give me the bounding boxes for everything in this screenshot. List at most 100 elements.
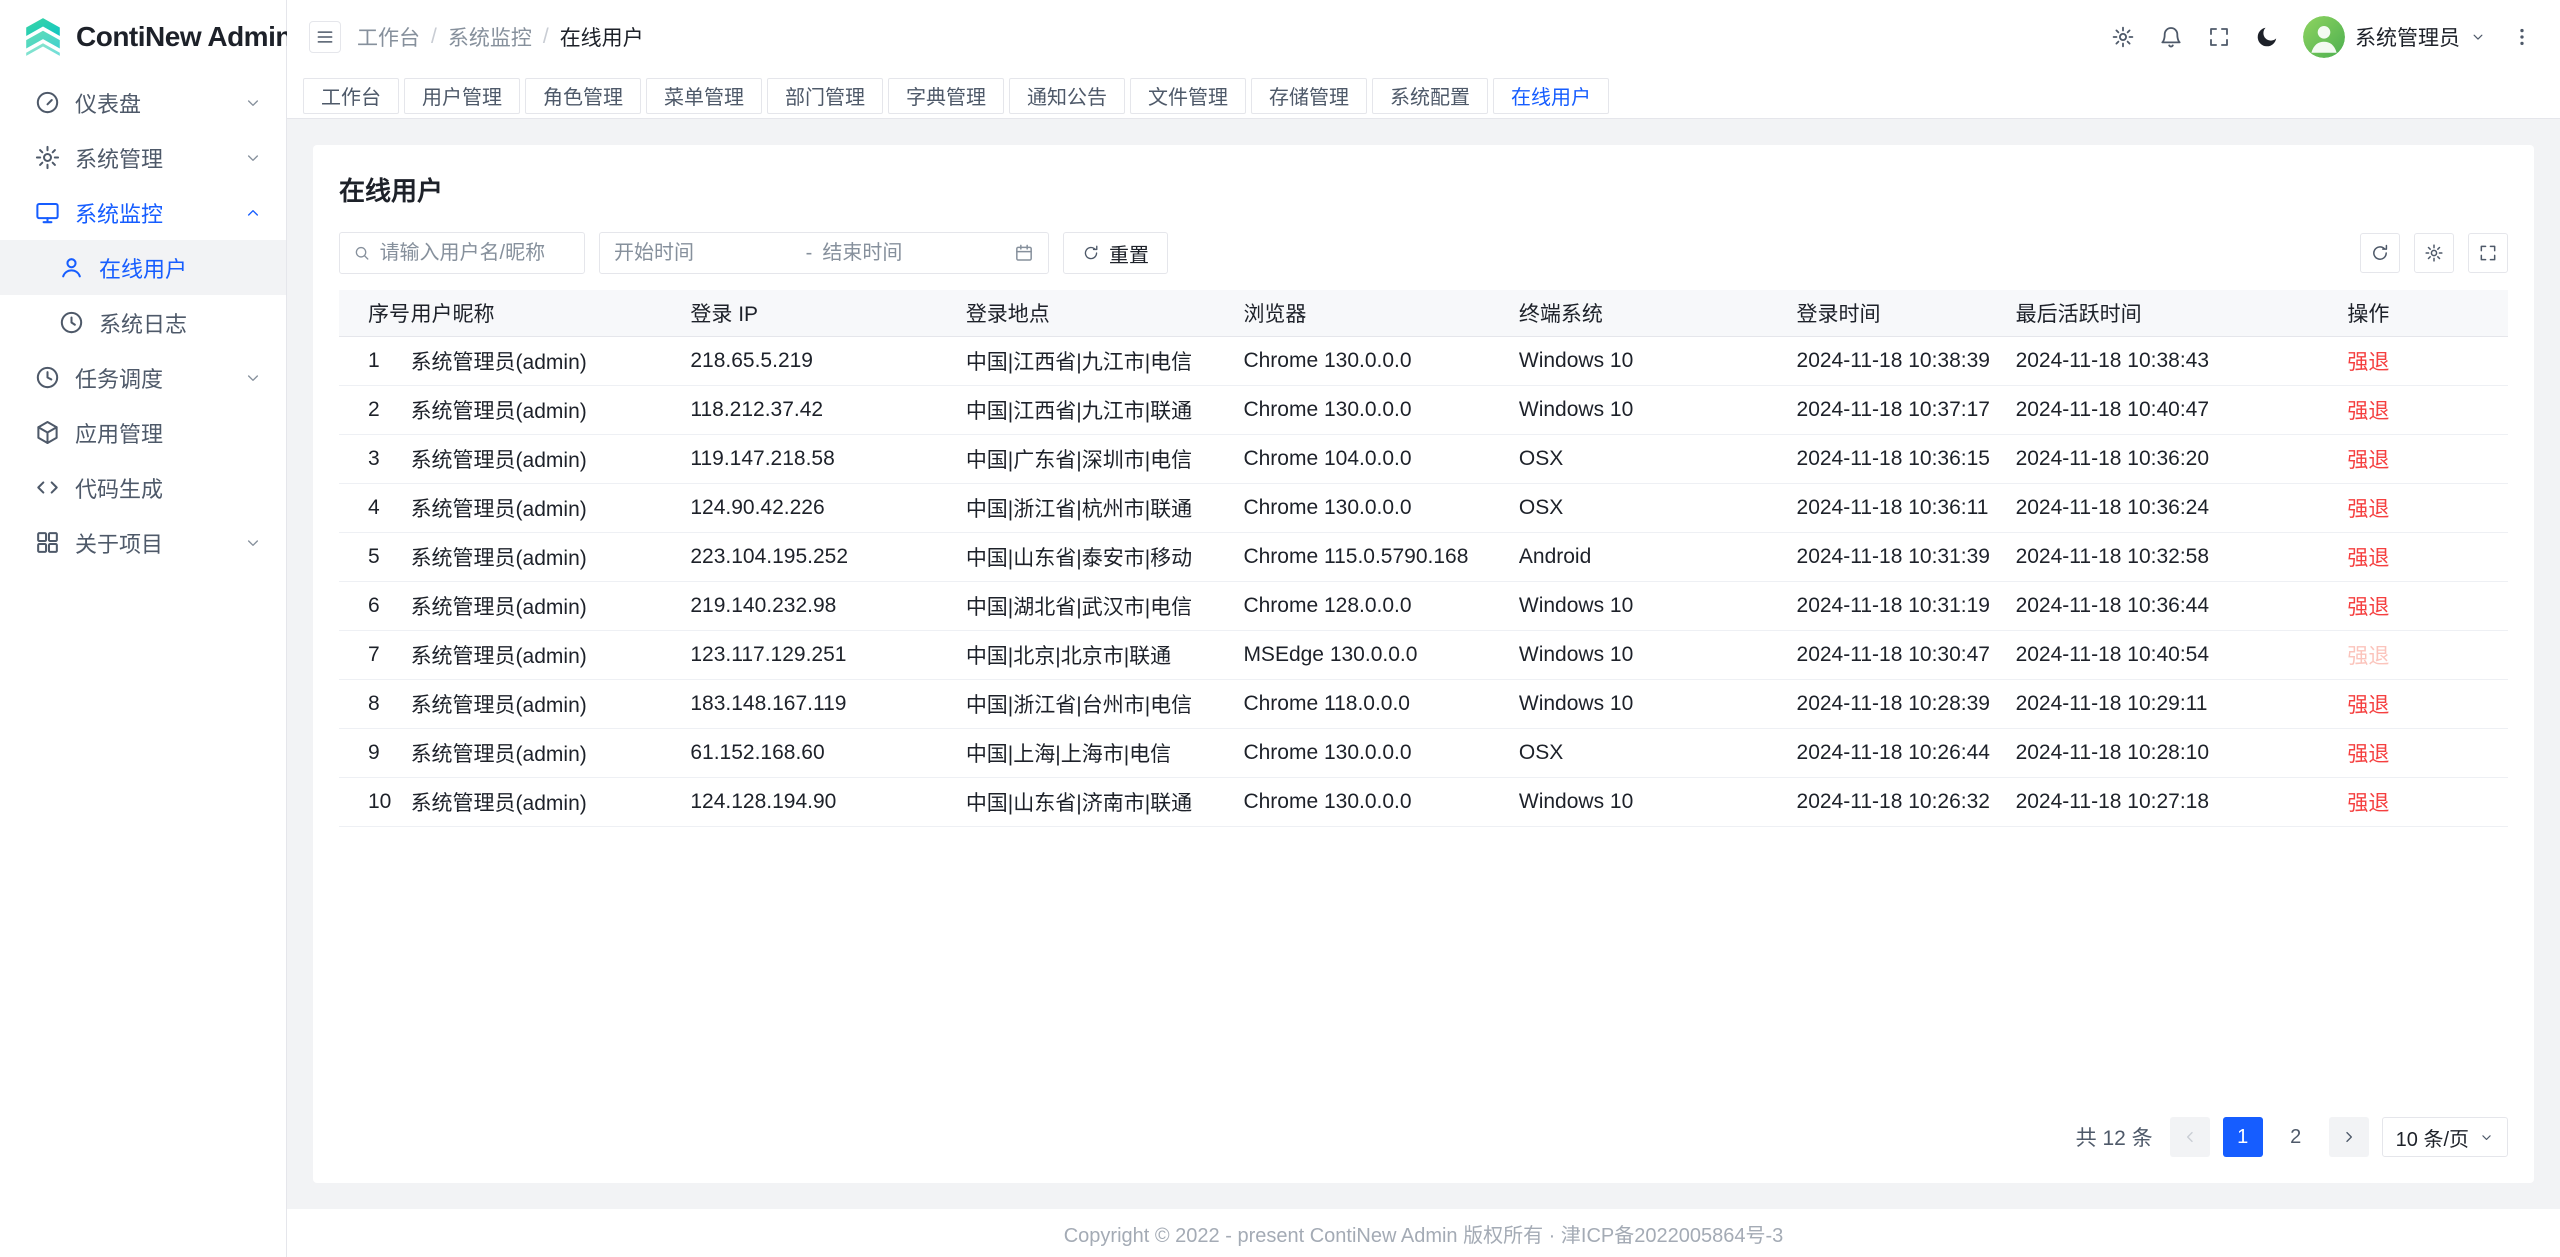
sidebar-item-dashboard[interactable]: 仪表盘 bbox=[0, 75, 286, 130]
search-box bbox=[339, 232, 585, 274]
force-logout-link[interactable]: 强退 bbox=[2347, 498, 2389, 521]
cell-action: 强退 bbox=[2347, 434, 2508, 483]
history-icon bbox=[58, 309, 85, 336]
notifications-button[interactable] bbox=[2155, 21, 2187, 53]
sidebar-item-about-project[interactable]: 关于项目 bbox=[0, 515, 286, 570]
sidebar-item-system-management[interactable]: 系统管理 bbox=[0, 130, 286, 185]
cell-nickname: 系统管理员(admin) bbox=[411, 532, 691, 581]
force-logout-link[interactable]: 强退 bbox=[2347, 645, 2389, 668]
force-logout-link[interactable]: 强退 bbox=[2347, 743, 2389, 766]
avatar bbox=[2303, 16, 2345, 58]
cell-last-active: 2024-11-18 10:40:54 bbox=[2016, 630, 2348, 679]
settings-button[interactable] bbox=[2107, 21, 2139, 53]
cell-os: Windows 10 bbox=[1519, 385, 1797, 434]
force-logout-link[interactable]: 强退 bbox=[2347, 694, 2389, 717]
reset-button[interactable]: 重置 bbox=[1063, 232, 1168, 274]
more-button[interactable] bbox=[2508, 23, 2536, 51]
sidebar-item-label: 系统监控 bbox=[75, 197, 230, 229]
force-logout-link[interactable]: 强退 bbox=[2347, 547, 2389, 570]
sidebar-collapse-button[interactable] bbox=[309, 21, 341, 53]
column-settings-button[interactable] bbox=[2414, 233, 2454, 273]
cell-browser: MSEdge 130.0.0.0 bbox=[1243, 630, 1518, 679]
end-date-input[interactable] bbox=[822, 242, 1004, 265]
tab[interactable]: 用户管理 bbox=[404, 78, 520, 114]
tab[interactable]: 文件管理 bbox=[1130, 78, 1246, 114]
start-date-input[interactable] bbox=[614, 242, 796, 265]
sidebar-item-system-monitor[interactable]: 系统监控 bbox=[0, 185, 286, 240]
cell-login-time: 2024-11-18 10:38:39 bbox=[1797, 336, 2016, 385]
cell-last-active: 2024-11-18 10:36:24 bbox=[2016, 483, 2348, 532]
app-root: ContiNew Admin 仪表盘 系统管理 系统监控 在线用户 系统日志 任… bbox=[0, 0, 2560, 1257]
total-count: 共 12 条 bbox=[2076, 1122, 2153, 1152]
tab[interactable]: 系统配置 bbox=[1372, 78, 1488, 114]
breadcrumb-item[interactable]: 系统监控 bbox=[448, 22, 532, 52]
menu-icon bbox=[315, 27, 335, 47]
tab[interactable]: 通知公告 bbox=[1009, 78, 1125, 114]
sidebar-item-online-users[interactable]: 在线用户 bbox=[0, 240, 286, 295]
page-size-label: 10 条/页 bbox=[2396, 1123, 2469, 1152]
next-page-button[interactable] bbox=[2329, 1117, 2369, 1157]
cell-browser: Chrome 104.0.0.0 bbox=[1243, 434, 1518, 483]
prev-page-button[interactable] bbox=[2170, 1117, 2210, 1157]
cell-login-time: 2024-11-18 10:26:32 bbox=[1797, 777, 2016, 826]
page-size-select[interactable]: 10 条/页 bbox=[2382, 1117, 2508, 1157]
tab[interactable]: 部门管理 bbox=[767, 78, 883, 114]
column-header: 最后活跃时间 bbox=[2016, 290, 2348, 336]
sidebar-item-code-generation[interactable]: 代码生成 bbox=[0, 460, 286, 515]
chevron-down-icon bbox=[244, 149, 262, 167]
force-logout-link[interactable]: 强退 bbox=[2347, 596, 2389, 619]
sidebar-item-label: 在线用户 bbox=[99, 252, 262, 284]
cell-index: 8 bbox=[339, 679, 411, 728]
tab[interactable]: 字典管理 bbox=[888, 78, 1004, 114]
column-header: 登录地点 bbox=[966, 290, 1244, 336]
date-range-picker[interactable]: - bbox=[599, 232, 1049, 274]
fullscreen-button[interactable] bbox=[2203, 21, 2235, 53]
breadcrumb-item[interactable]: 工作台 bbox=[357, 22, 420, 52]
tab-label: 在线用户 bbox=[1511, 81, 1591, 110]
tab-label: 存储管理 bbox=[1269, 81, 1349, 110]
cell-index: 4 bbox=[339, 483, 411, 532]
sidebar-item-system-logs[interactable]: 系统日志 bbox=[0, 295, 286, 350]
cell-index: 6 bbox=[339, 581, 411, 630]
page-button[interactable]: 1 bbox=[2223, 1117, 2263, 1157]
logo[interactable]: ContiNew Admin bbox=[0, 0, 286, 73]
breadcrumb-item[interactable]: 在线用户 bbox=[560, 22, 644, 52]
app-title: ContiNew Admin bbox=[76, 21, 292, 53]
cell-os: Windows 10 bbox=[1519, 630, 1797, 679]
tab[interactable]: 菜单管理 bbox=[646, 78, 762, 114]
dark-mode-toggle[interactable] bbox=[2251, 21, 2283, 53]
cell-nickname: 系统管理员(admin) bbox=[411, 483, 691, 532]
force-logout-link[interactable]: 强退 bbox=[2347, 351, 2389, 374]
force-logout-link[interactable]: 强退 bbox=[2347, 449, 2389, 472]
cell-action: 强退 bbox=[2347, 483, 2508, 532]
tab[interactable]: 在线用户 bbox=[1493, 78, 1609, 114]
cell-os: Windows 10 bbox=[1519, 336, 1797, 385]
cell-login-ip: 124.128.194.90 bbox=[690, 777, 965, 826]
footer: Copyright © 2022 - present ContiNew Admi… bbox=[287, 1209, 2560, 1257]
cell-login-ip: 223.104.195.252 bbox=[690, 532, 965, 581]
sidebar-item-label: 代码生成 bbox=[75, 472, 262, 504]
cell-index: 2 bbox=[339, 385, 411, 434]
tab[interactable]: 角色管理 bbox=[525, 78, 641, 114]
column-header: 操作 bbox=[2347, 290, 2508, 336]
user-menu[interactable]: 系统管理员 bbox=[2303, 16, 2486, 58]
search-input[interactable] bbox=[380, 242, 571, 265]
cell-browser: Chrome 130.0.0.0 bbox=[1243, 336, 1518, 385]
page-button[interactable]: 2 bbox=[2276, 1117, 2316, 1157]
date-range-separator: - bbox=[806, 242, 813, 265]
sidebar-item-task-scheduler[interactable]: 任务调度 bbox=[0, 350, 286, 405]
column-header: 浏览器 bbox=[1243, 290, 1518, 336]
cell-last-active: 2024-11-18 10:40:47 bbox=[2016, 385, 2348, 434]
table-fullscreen-button[interactable] bbox=[2468, 233, 2508, 273]
force-logout-link[interactable]: 强退 bbox=[2347, 792, 2389, 815]
tab[interactable]: 存储管理 bbox=[1251, 78, 1367, 114]
sidebar-item-app-management[interactable]: 应用管理 bbox=[0, 405, 286, 460]
grid-icon bbox=[34, 529, 61, 556]
tab[interactable]: 工作台 bbox=[303, 78, 399, 114]
cell-os: Windows 10 bbox=[1519, 679, 1797, 728]
refresh-table-button[interactable] bbox=[2360, 233, 2400, 273]
cell-last-active: 2024-11-18 10:36:44 bbox=[2016, 581, 2348, 630]
force-logout-link[interactable]: 强退 bbox=[2347, 400, 2389, 423]
cell-login-time: 2024-11-18 10:31:19 bbox=[1797, 581, 2016, 630]
cell-nickname: 系统管理员(admin) bbox=[411, 434, 691, 483]
